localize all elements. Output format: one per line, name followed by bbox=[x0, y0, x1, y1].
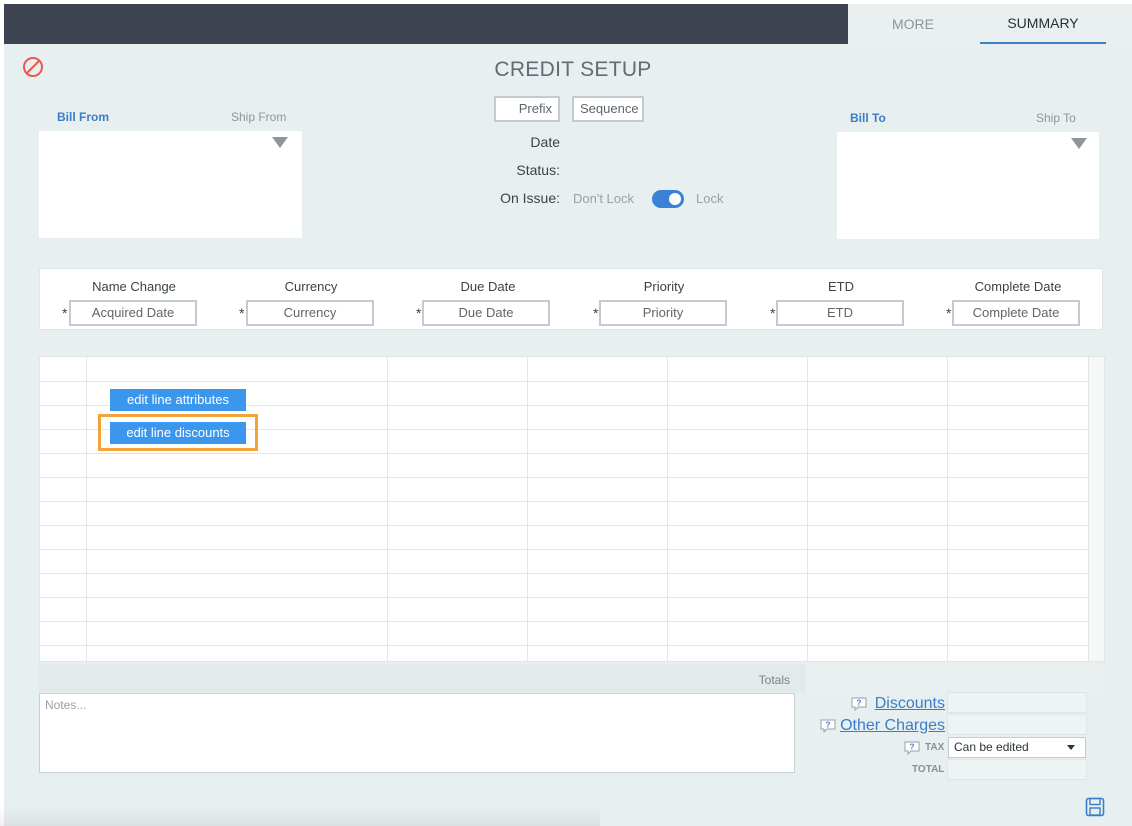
edit-line-discounts-button[interactable]: edit line discounts bbox=[110, 422, 246, 444]
due-date-input[interactable]: Due Date bbox=[422, 300, 550, 326]
priority-input[interactable]: Priority bbox=[599, 300, 727, 326]
required-marker: * bbox=[770, 305, 776, 321]
toggle-knob bbox=[669, 193, 681, 205]
edit-line-attributes-button[interactable]: edit line attributes bbox=[110, 389, 246, 411]
on-issue-label: On Issue: bbox=[500, 190, 560, 206]
grid-row-divider bbox=[40, 501, 1088, 502]
prefix-input[interactable]: Prefix bbox=[494, 96, 560, 122]
totals-label: Totals bbox=[758, 673, 790, 687]
required-marker: * bbox=[239, 305, 245, 321]
help-bubble-icon[interactable]: ? bbox=[850, 697, 868, 711]
field-header-complete-date: Complete Date bbox=[974, 279, 1062, 294]
grid-row-divider bbox=[40, 573, 1088, 574]
sequence-input[interactable]: Sequence bbox=[572, 96, 644, 122]
totals-bar: Totals bbox=[39, 664, 806, 692]
bill-to-box[interactable] bbox=[837, 132, 1099, 239]
field-header-priority: Priority bbox=[643, 279, 685, 294]
tax-select-value: Can be edited bbox=[954, 740, 1029, 754]
notes-field[interactable]: Notes... bbox=[39, 693, 795, 773]
currency-input[interactable]: Currency bbox=[246, 300, 374, 326]
grid-row-divider bbox=[40, 597, 1088, 598]
ship-from-tab[interactable]: Ship From bbox=[231, 110, 286, 124]
acquired-date-input[interactable]: Acquired Date bbox=[69, 300, 197, 326]
grid-row-divider bbox=[40, 525, 1088, 526]
tab-summary[interactable]: SUMMARY bbox=[980, 4, 1106, 44]
svg-text:?: ? bbox=[857, 699, 862, 708]
total-value bbox=[947, 759, 1087, 780]
lock-toggle[interactable] bbox=[652, 190, 684, 208]
required-marker: * bbox=[416, 305, 422, 321]
ship-to-tab[interactable]: Ship To bbox=[1036, 111, 1076, 125]
svg-text:?: ? bbox=[910, 743, 915, 752]
grid-row-divider bbox=[40, 477, 1088, 478]
totals-bar-right bbox=[806, 664, 1104, 692]
bill-from-box[interactable] bbox=[39, 131, 302, 238]
other-charges-link[interactable]: Other Charges bbox=[838, 717, 945, 735]
help-bubble-icon[interactable]: ? bbox=[903, 741, 921, 755]
required-marker: * bbox=[946, 305, 952, 321]
grid-row-divider bbox=[40, 549, 1088, 550]
bottom-shadow bbox=[0, 806, 600, 826]
grid-column-divider bbox=[527, 357, 528, 661]
grid-row-divider bbox=[40, 381, 1088, 382]
complete-date-input[interactable]: Complete Date bbox=[952, 300, 1080, 326]
required-marker: * bbox=[62, 305, 68, 321]
header-fields-row: Name Change * Acquired Date Currency * C… bbox=[39, 268, 1103, 330]
field-header-currency: Currency bbox=[284, 279, 338, 294]
grid-column-divider bbox=[387, 357, 388, 661]
grid-scrollbar[interactable] bbox=[1088, 357, 1104, 661]
field-header-name-change: Name Change bbox=[92, 279, 176, 294]
grid-row-divider bbox=[40, 621, 1088, 622]
tab-bar: MORE SUMMARY bbox=[848, 4, 1132, 44]
other-charges-value bbox=[947, 714, 1087, 735]
total-label: TOTAL bbox=[912, 764, 945, 775]
field-header-due-date: Due Date bbox=[460, 279, 516, 294]
page-title: CREDIT SETUP bbox=[494, 58, 652, 81]
help-bubble-icon[interactable]: ? bbox=[819, 719, 837, 733]
etd-input[interactable]: ETD bbox=[776, 300, 904, 326]
grid-column-divider bbox=[667, 357, 668, 661]
discounts-value bbox=[947, 692, 1087, 713]
status-label: Status: bbox=[516, 162, 560, 178]
dropdown-triangle-icon[interactable] bbox=[1071, 138, 1087, 149]
grid-row-divider bbox=[40, 453, 1088, 454]
chevron-down-icon bbox=[1067, 745, 1075, 750]
grid-column-divider bbox=[86, 357, 87, 661]
lock-label[interactable]: Lock bbox=[696, 191, 723, 206]
required-marker: * bbox=[593, 305, 599, 321]
top-bar bbox=[4, 4, 848, 44]
dont-lock-label[interactable]: Don't Lock bbox=[573, 191, 634, 206]
tax-select[interactable]: Can be edited bbox=[948, 737, 1086, 758]
discounts-link[interactable]: Discounts bbox=[870, 695, 945, 713]
date-label: Date bbox=[530, 134, 560, 150]
grid-row-divider bbox=[40, 645, 1088, 646]
grid-column-divider bbox=[947, 357, 948, 661]
tax-label: TAX bbox=[925, 742, 945, 753]
save-icon[interactable] bbox=[1085, 797, 1105, 817]
field-header-etd: ETD bbox=[828, 279, 854, 294]
bill-from-tab[interactable]: Bill From bbox=[57, 110, 109, 124]
dropdown-triangle-icon[interactable] bbox=[272, 137, 288, 148]
bill-to-tab[interactable]: Bill To bbox=[850, 111, 886, 125]
grid-column-divider bbox=[807, 357, 808, 661]
tab-more[interactable]: MORE bbox=[868, 4, 958, 44]
svg-text:?: ? bbox=[826, 721, 831, 730]
